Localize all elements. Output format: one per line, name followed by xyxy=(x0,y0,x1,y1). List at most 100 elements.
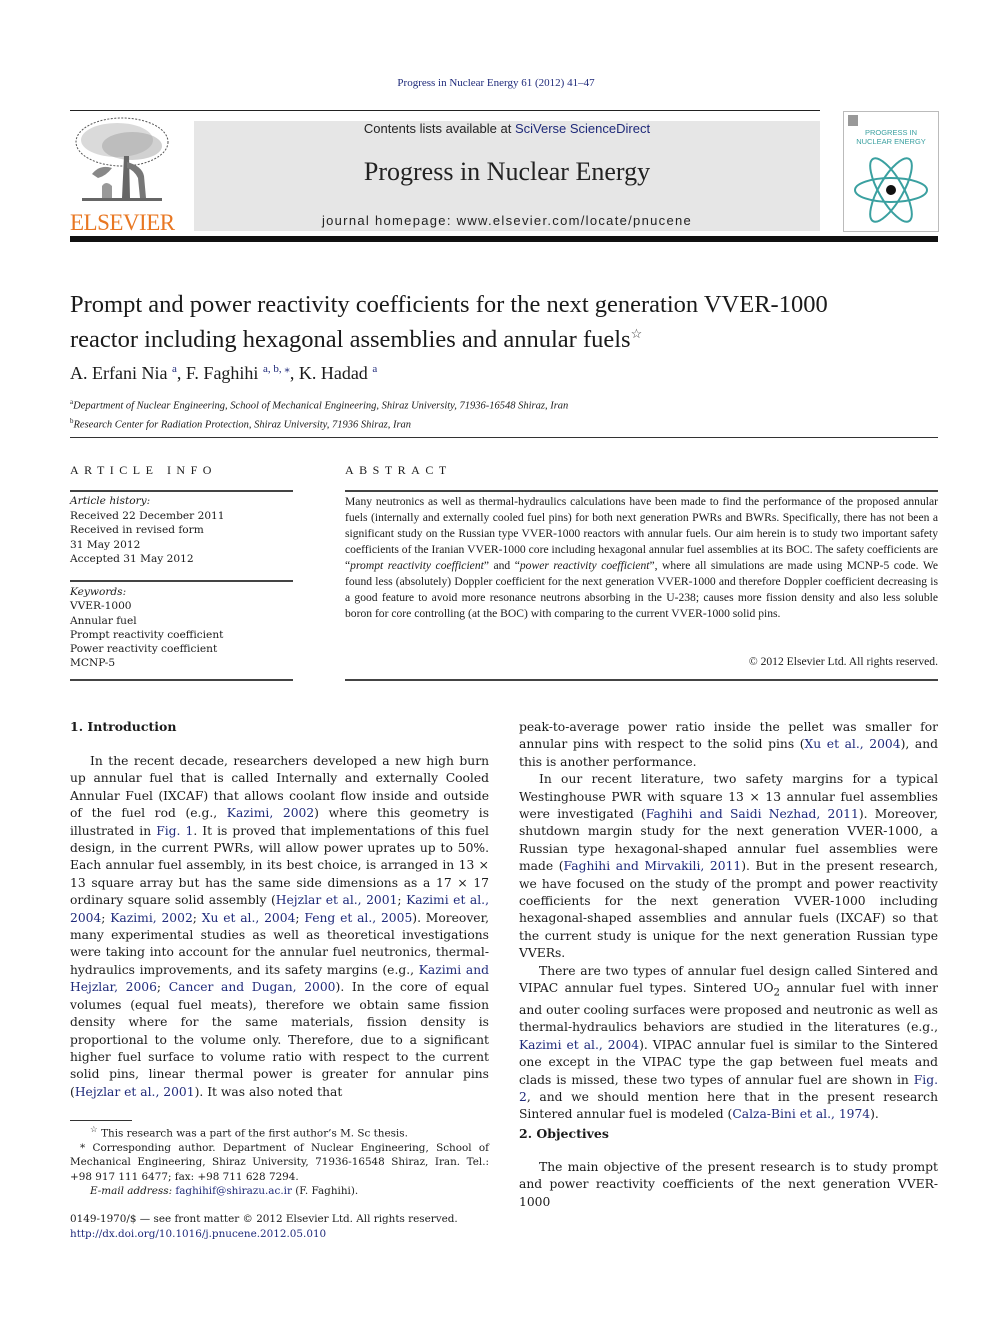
author-2-affil[interactable]: a, b, ⁎ xyxy=(263,363,290,375)
author-3-affil[interactable]: a xyxy=(372,363,377,375)
article-title: Prompt and power reactivity coefficients… xyxy=(70,290,940,354)
doi-link[interactable]: http://dx.doi.org/10.1016/j.pnucene.2012… xyxy=(70,1227,510,1242)
keyword: VVER-1000 xyxy=(70,600,132,613)
affiliation-rule xyxy=(70,437,938,438)
text-segment: The main objective of the present resear… xyxy=(519,1160,938,1209)
citation-link[interactable]: Calza-Bini et al., 1974 xyxy=(732,1107,870,1121)
keywords: Keywords: VVER-1000 Annular fuel Prompt … xyxy=(70,585,223,671)
text-segment: ). In the core of equal volumes (equal f… xyxy=(70,980,489,1099)
article-info-rule xyxy=(70,580,293,582)
footnote-text: Corresponding author. Department of Nucl… xyxy=(70,1141,489,1183)
cover-title-line2: NUCLEAR ENERGY xyxy=(856,137,926,146)
masthead-top-rule xyxy=(70,110,820,111)
article-info-heading: ARTICLE INFO xyxy=(70,463,217,477)
text-segment: ; xyxy=(397,893,407,908)
history-label: Article history: xyxy=(70,495,151,507)
email-link[interactable]: faghihif@shirazu.ac.ir xyxy=(175,1185,292,1197)
section-heading-introduction: 1. Introduction xyxy=(70,719,177,734)
paragraph: There are two types of annular fuel desi… xyxy=(519,963,938,1124)
footnote-corresponding: * Corresponding author. Department of Nu… xyxy=(70,1141,489,1185)
history-item: 31 May 2012 xyxy=(70,538,141,551)
author-3[interactable]: K. Hadad xyxy=(299,363,368,383)
footnote-rule xyxy=(70,1120,132,1121)
journal-banner: Contents lists available at SciVerse Sci… xyxy=(194,121,820,231)
text-segment: ; xyxy=(156,980,169,995)
citation-link[interactable]: Faghihi and Mirvakili, 2011 xyxy=(564,859,742,873)
abstract-segment: ” and “ xyxy=(483,559,520,572)
citation-link[interactable]: Hejzlar et al., 2001 xyxy=(276,893,398,907)
citation-link[interactable]: Hejzlar et al., 2001 xyxy=(75,1085,195,1099)
text-segment: ). xyxy=(870,1107,879,1122)
citation-link[interactable]: Xu et al., 2004 xyxy=(805,737,901,751)
journal-homepage-link[interactable]: journal homepage: www.elsevier.com/locat… xyxy=(194,213,820,228)
article-history: Article history: Received 22 December 20… xyxy=(70,494,225,567)
abstract-heading: ABSTRACT xyxy=(345,463,452,477)
citation-link[interactable]: Kazimi, 2002 xyxy=(227,806,314,820)
author-separator: , xyxy=(176,363,186,383)
abstract-term: power reactivity coefficient xyxy=(519,559,650,572)
footnote-star: ☆ This research was a part of the first … xyxy=(70,1123,489,1141)
footnote-text: This research was a part of the first au… xyxy=(101,1127,408,1140)
paragraph: In the recent decade, researchers develo… xyxy=(70,753,489,1101)
elsevier-mini-logo-icon xyxy=(848,115,858,126)
citation-link[interactable]: Feng et al., 2005 xyxy=(304,911,412,925)
body-column-right: peak-to-average power ratio inside the p… xyxy=(519,719,938,1124)
affiliation-a: aDepartment of Nuclear Engineering, Scho… xyxy=(70,395,568,414)
affiliation-text: Research Center for Radiation Protection… xyxy=(73,419,412,430)
keyword: MCNP-5 xyxy=(70,657,116,670)
author-2[interactable]: F. Faghihi xyxy=(186,363,259,383)
front-matter-text: 0149-1970/$ — see front matter © 2012 El… xyxy=(70,1213,458,1225)
body-column-left: In the recent decade, researchers develo… xyxy=(70,753,489,1101)
atom-icon xyxy=(854,157,928,223)
citation-link[interactable]: Cancer and Dugan, 2000 xyxy=(169,980,336,994)
footnote-mark: ☆ xyxy=(90,1125,98,1135)
email-label: E-mail address: xyxy=(90,1185,176,1198)
footnotes: ☆ This research was a part of the first … xyxy=(70,1123,489,1199)
contents-availability: Contents lists available at SciVerse Sci… xyxy=(194,121,820,136)
text-segment: ; xyxy=(101,910,111,925)
email-suffix: (F. Faghihi). xyxy=(291,1185,359,1198)
affiliation-text: Department of Nuclear Engineering, Schoo… xyxy=(73,400,569,412)
history-item: Received in revised form xyxy=(70,524,204,536)
abstract-text: Many neutronics as well as thermal-hydra… xyxy=(345,494,938,622)
author-1[interactable]: A. Erfani Nia xyxy=(70,363,167,383)
author-list: A. Erfani Nia a, F. Faghihi a, b, ⁎, K. … xyxy=(70,362,377,384)
keyword: Annular fuel xyxy=(70,614,137,627)
text-segment: ; xyxy=(192,910,202,925)
journal-cover-thumbnail[interactable]: PROGRESS IN NUCLEAR ENERGY xyxy=(843,111,939,232)
keyword: Prompt reactivity coefficient xyxy=(70,628,224,641)
journal-name: Progress in Nuclear Energy xyxy=(363,157,651,186)
masthead-bottom-rule xyxy=(70,236,938,242)
abstract-rule xyxy=(345,490,938,492)
sciencedirect-link[interactable]: SciVerse ScienceDirect xyxy=(515,121,650,136)
keywords-label: Keywords: xyxy=(70,586,127,598)
journal-citation-link[interactable]: Progress in Nuclear Energy 61 (2012) 41–… xyxy=(0,77,992,89)
contents-prefix: Contents lists available at xyxy=(363,121,515,136)
paragraph: The main objective of the present resear… xyxy=(519,1159,938,1211)
author-separator: , xyxy=(289,363,299,383)
citation-link[interactable]: Xu et al., 2004 xyxy=(202,911,296,925)
body-column-right-objectives: The main objective of the present resear… xyxy=(519,1159,938,1211)
affiliation-b: bResearch Center for Radiation Protectio… xyxy=(70,414,568,433)
abstract-copyright: © 2012 Elsevier Ltd. All rights reserved… xyxy=(748,655,938,668)
citation-link[interactable]: Fig. 1 xyxy=(156,824,193,838)
citation-link[interactable]: Faghihi and Saidi Nezhad, 2011 xyxy=(646,807,859,821)
keyword: Power reactivity coefficient xyxy=(70,643,218,656)
title-footnote-star[interactable]: ☆ xyxy=(631,326,643,341)
elsevier-logo[interactable]: ELSEVIER xyxy=(70,114,175,235)
cover-title-line1: PROGRESS IN xyxy=(864,128,918,137)
footnote-email: E-mail address: faghihif@shirazu.ac.ir (… xyxy=(70,1184,489,1199)
paragraph: In our recent literature, two safety mar… xyxy=(519,771,938,962)
citation-link[interactable]: Kazimi et al., 2004 xyxy=(519,1038,639,1052)
history-item: Accepted 31 May 2012 xyxy=(70,553,194,565)
text-segment: ). It was also noted that xyxy=(194,1084,343,1099)
affiliations: aDepartment of Nuclear Engineering, Scho… xyxy=(70,395,568,432)
citation-link[interactable]: Kazimi, 2002 xyxy=(110,911,193,925)
title-line-1: Prompt and power reactivity coefficients… xyxy=(70,291,828,318)
title-line-2: reactor including hexagonal assemblies a… xyxy=(70,326,631,354)
front-matter: 0149-1970/$ — see front matter © 2012 El… xyxy=(70,1212,510,1241)
section-heading-objectives: 2. Objectives xyxy=(519,1126,609,1141)
elsevier-wordmark: ELSEVIER xyxy=(70,210,175,235)
article-info-rule xyxy=(70,490,293,492)
text-segment: ). But in the present research, we have … xyxy=(519,859,938,961)
